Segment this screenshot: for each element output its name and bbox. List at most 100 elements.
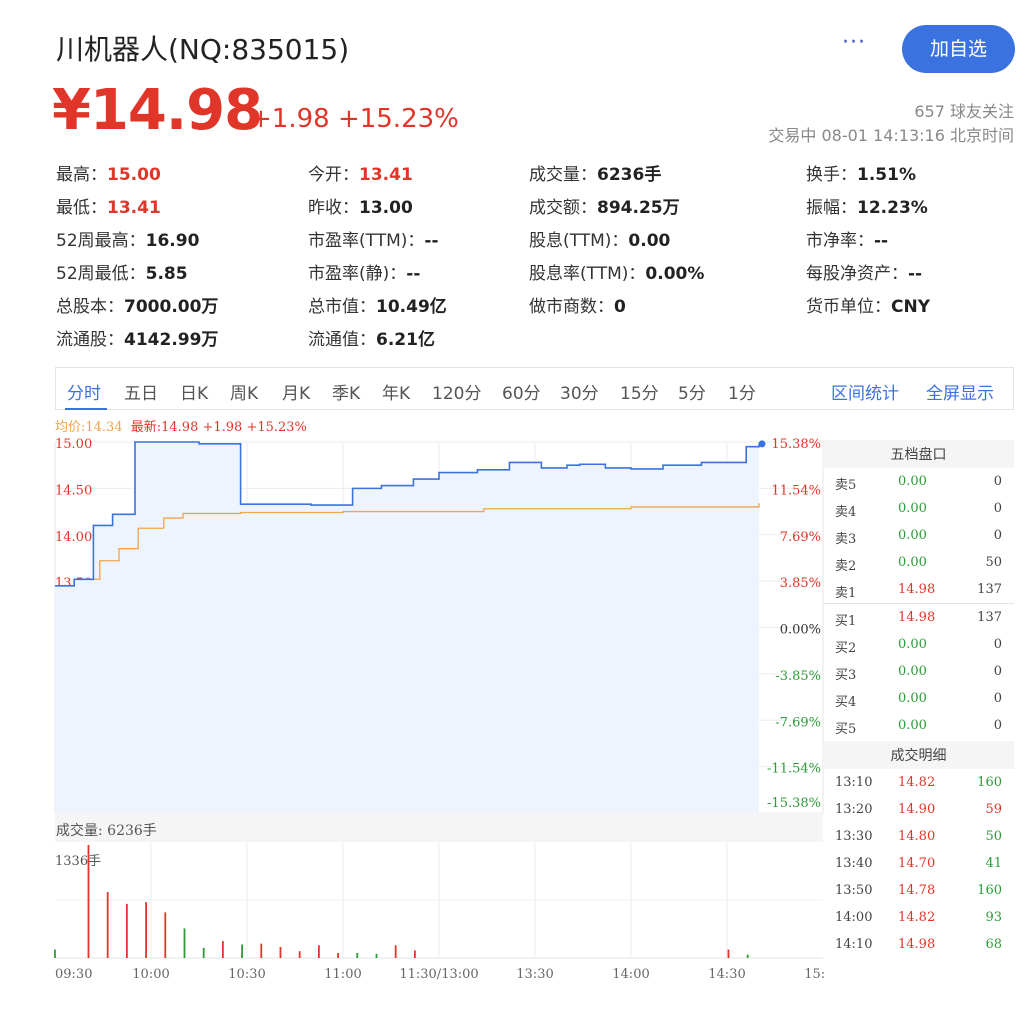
tab-10[interactable]: 15分 — [620, 379, 659, 404]
tab-4[interactable]: 月K — [282, 379, 310, 404]
order-book-row: 买1 14.98 137 — [823, 604, 1014, 631]
stat-value: 16.90 — [145, 231, 200, 251]
y-tick-right: 0.00% — [780, 623, 821, 638]
row-volume: 59 — [985, 802, 1002, 817]
stat-label: 市净率： — [806, 231, 874, 251]
row-price: 0.00 — [898, 637, 927, 652]
trade-detail-list: 13:10 14.82 160 13:20 14.90 59 13:30 14.80 50 13:… — [823, 769, 1014, 958]
tab-9[interactable]: 30分 — [560, 379, 599, 404]
price-change: +1.98 +15.23% — [250, 104, 459, 134]
order-book-row: 卖2 0.00 50 — [823, 549, 1014, 576]
row-price: 0.00 — [898, 528, 927, 543]
row-volume: 68 — [985, 937, 1002, 952]
order-book-row: 买2 0.00 0 — [823, 631, 1014, 658]
stat-label: 股息(TTM)： — [529, 231, 629, 251]
stat-item: 市盈率(TTM)：-- — [308, 226, 439, 251]
stat-value: -- — [406, 264, 421, 284]
tab-2[interactable]: 日K — [180, 379, 208, 404]
row-label: 买4 — [835, 695, 857, 710]
order-book-asks: 卖5 0.00 0 卖4 0.00 0 卖3 0.00 0 卖2 0.00 50 卖1 14.98 137 — [823, 468, 1014, 603]
row-label: 13:20 — [835, 802, 873, 817]
row-volume: 0 — [993, 528, 1002, 543]
order-book-row: 卖4 0.00 0 — [823, 495, 1014, 522]
stat-label: 最低： — [56, 198, 107, 218]
row-price: 14.82 — [898, 775, 936, 790]
tab-6[interactable]: 年K — [382, 379, 410, 404]
followers-count[interactable]: 657 球友关注 — [914, 98, 1014, 122]
trade-detail-title: 成交明细 — [823, 741, 1014, 769]
tab-5[interactable]: 季K — [332, 379, 360, 404]
stat-item: 最低：13.41 — [56, 193, 161, 218]
more-options-icon[interactable]: ··· — [842, 30, 866, 55]
tab-3[interactable]: 周K — [230, 379, 258, 404]
tab-12[interactable]: 1分 — [728, 379, 756, 404]
stat-item: 昨收：13.00 — [308, 193, 413, 218]
intraday-chart[interactable]: 15.00 15.38%14.50 11.54%14.00 7.69%13.50 3.8… — [0, 430, 824, 990]
side-panel: 五档盘口 卖5 0.00 0 卖4 0.00 0 卖3 0.00 0 卖2 0.00 50 卖1 14.9… — [823, 440, 1014, 958]
stat-value: CNY — [891, 297, 931, 317]
trade-row: 13:40 14.70 41 — [823, 850, 1014, 877]
trade-row: 13:50 14.78 160 — [823, 877, 1014, 904]
stat-value: 13.41 — [359, 165, 413, 185]
tab-1[interactable]: 五日 — [124, 379, 158, 404]
row-label: 买2 — [835, 641, 857, 656]
volume-label: 成交量: 6236手 — [56, 822, 157, 839]
stat-item: 52周最低：5.85 — [56, 259, 188, 284]
stock-title: 川机器人(NQ:835015) — [56, 33, 350, 66]
row-volume: 0 — [993, 718, 1002, 733]
last-price-dot — [758, 440, 766, 448]
row-price: 14.98 — [898, 610, 936, 625]
y-tick-left: 15.00 — [55, 437, 92, 452]
row-volume: 41 — [985, 856, 1002, 871]
row-label: 14:10 — [835, 937, 873, 952]
tab-7[interactable]: 120分 — [432, 379, 481, 404]
active-tab-indicator — [65, 408, 107, 410]
stat-item: 总市值：10.49亿 — [308, 292, 447, 317]
tab-11[interactable]: 5分 — [678, 379, 706, 404]
stat-value: 12.23% — [857, 198, 928, 218]
stat-label: 股息率(TTM)： — [529, 264, 646, 284]
row-price: 14.90 — [898, 802, 936, 817]
row-volume: 0 — [993, 664, 1002, 679]
trading-status: 交易中 08-01 14:13:16 北京时间 — [768, 126, 1014, 145]
tab-8[interactable]: 60分 — [502, 379, 541, 404]
tab-0[interactable]: 分时 — [67, 379, 101, 404]
row-label: 13:10 — [835, 775, 873, 790]
row-label: 买1 — [835, 614, 857, 629]
volume-header-bg — [55, 814, 823, 842]
stat-value: 13.41 — [107, 198, 161, 218]
row-volume: 0 — [993, 691, 1002, 706]
row-label: 卖2 — [835, 559, 857, 574]
x-tick: 11:00 — [324, 967, 361, 982]
y-tick-right: -15.38% — [767, 796, 821, 811]
order-book-bids: 买1 14.98 137 买2 0.00 0 买3 0.00 0 买4 0.00 0 买5 0.00 0 — [823, 604, 1014, 739]
row-volume: 50 — [985, 829, 1002, 844]
x-tick: 10:00 — [132, 967, 169, 982]
order-book-title: 五档盘口 — [823, 440, 1014, 468]
add-to-watchlist-button[interactable]: 加自选 — [902, 25, 1015, 73]
x-tick: 10:30 — [228, 967, 265, 982]
stat-item: 市盈率(静)：-- — [308, 259, 420, 284]
fullscreen-link[interactable]: 全屏显示 — [926, 379, 994, 404]
x-tick: 14:30 — [708, 967, 745, 982]
row-price: 0.00 — [898, 718, 927, 733]
row-label: 13:40 — [835, 856, 873, 871]
row-volume: 50 — [985, 555, 1002, 570]
row-price: 0.00 — [898, 664, 927, 679]
stat-value: 0.00 — [628, 231, 671, 251]
stat-item: 总股本：7000.00万 — [56, 292, 218, 317]
row-volume: 137 — [977, 610, 1002, 625]
range-stats-link[interactable]: 区间统计 — [831, 379, 899, 404]
row-label: 买3 — [835, 668, 857, 683]
stat-value: 5.85 — [145, 264, 188, 284]
order-book-row: 卖5 0.00 0 — [823, 468, 1014, 495]
stat-value: 4142.99万 — [124, 330, 219, 350]
row-volume: 93 — [985, 910, 1002, 925]
stat-label: 52周最高： — [56, 231, 146, 251]
stat-item: 股息率(TTM)：0.00% — [529, 259, 704, 284]
row-price: 0.00 — [898, 691, 927, 706]
row-volume: 160 — [977, 883, 1002, 898]
stat-item: 货币单位：CNY — [806, 292, 930, 317]
trade-row: 14:00 14.82 93 — [823, 904, 1014, 931]
stat-value: -- — [874, 231, 889, 251]
